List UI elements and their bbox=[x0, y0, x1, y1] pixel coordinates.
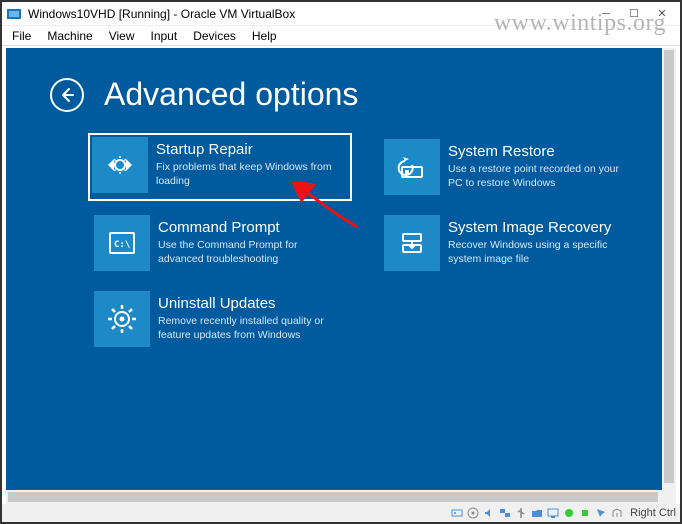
tile-title: Uninstall Updates bbox=[158, 295, 338, 313]
tile-desc: Fix problems that keep Windows from load… bbox=[156, 161, 340, 188]
audio-icon bbox=[482, 506, 496, 520]
cpu-icon bbox=[578, 506, 592, 520]
tile-command-prompt[interactable]: C:\ Command Prompt Use the Command Promp… bbox=[90, 211, 350, 275]
window-buttons: ─ ☐ ✕ bbox=[592, 4, 676, 24]
hostkey-label: Right Ctrl bbox=[630, 507, 676, 519]
vertical-scrollbar[interactable] bbox=[662, 48, 676, 490]
display-icon bbox=[546, 506, 560, 520]
tile-desc: Recover Windows using a specific system … bbox=[448, 239, 628, 266]
page-title: Advanced options bbox=[104, 76, 358, 113]
menu-machine[interactable]: Machine bbox=[41, 27, 98, 45]
shared-folders-icon bbox=[530, 506, 544, 520]
maximize-button[interactable]: ☐ bbox=[620, 4, 648, 24]
tile-startup-repair[interactable]: Startup Repair Fix problems that keep Wi… bbox=[90, 135, 350, 199]
menu-file[interactable]: File bbox=[6, 27, 37, 45]
startup-repair-icon bbox=[92, 137, 148, 193]
hdd-icon bbox=[450, 506, 464, 520]
menu-view[interactable]: View bbox=[103, 27, 141, 45]
back-button[interactable] bbox=[50, 78, 84, 112]
vb-menubar: File Machine View Input Devices Help bbox=[2, 26, 680, 46]
tile-title: Startup Repair bbox=[156, 141, 340, 159]
tile-title: Command Prompt bbox=[158, 219, 338, 237]
vb-statusbar: Right Ctrl bbox=[2, 504, 680, 522]
tile-desc: Remove recently installed quality or fea… bbox=[158, 315, 338, 342]
tile-title: System Restore bbox=[448, 143, 628, 161]
menu-help[interactable]: Help bbox=[246, 27, 283, 45]
tile-title: System Image Recovery bbox=[448, 219, 628, 237]
vm-display: Advanced options Startup Repair Fix prob… bbox=[6, 48, 662, 490]
svg-text:C:\: C:\ bbox=[114, 240, 130, 250]
tile-system-image-recovery[interactable]: System Image Recovery Recover Windows us… bbox=[380, 211, 640, 275]
tile-desc: Use a restore point recorded on your PC … bbox=[448, 163, 628, 190]
recording-icon bbox=[562, 506, 576, 520]
usb-icon bbox=[514, 506, 528, 520]
system-image-recovery-icon bbox=[384, 215, 440, 271]
tile-desc: Use the Command Prompt for advanced trou… bbox=[158, 239, 338, 266]
header-row: Advanced options bbox=[50, 76, 618, 113]
window-title: Windows10VHD [Running] - Oracle VM Virtu… bbox=[28, 7, 592, 21]
vb-titlebar: Windows10VHD [Running] - Oracle VM Virtu… bbox=[2, 2, 680, 26]
network-icon bbox=[498, 506, 512, 520]
tile-system-restore[interactable]: System Restore Use a restore point recor… bbox=[380, 135, 640, 199]
hostkey-icon bbox=[610, 506, 624, 520]
optical-icon bbox=[466, 506, 480, 520]
system-restore-icon bbox=[384, 139, 440, 195]
close-button[interactable]: ✕ bbox=[648, 4, 676, 24]
arrow-left-icon bbox=[58, 86, 76, 104]
mouse-integration-icon bbox=[594, 506, 608, 520]
recovery-screen: Advanced options Startup Repair Fix prob… bbox=[6, 48, 662, 379]
menu-devices[interactable]: Devices bbox=[187, 27, 242, 45]
tile-uninstall-updates[interactable]: Uninstall Updates Remove recently instal… bbox=[90, 287, 350, 351]
command-prompt-icon: C:\ bbox=[94, 215, 150, 271]
uninstall-updates-icon bbox=[94, 291, 150, 347]
minimize-button[interactable]: ─ bbox=[592, 4, 620, 24]
horizontal-scrollbar[interactable] bbox=[6, 490, 676, 504]
virtualbox-logo-icon bbox=[6, 6, 22, 22]
tiles-grid: Startup Repair Fix problems that keep Wi… bbox=[90, 135, 618, 351]
menu-input[interactable]: Input bbox=[145, 27, 184, 45]
